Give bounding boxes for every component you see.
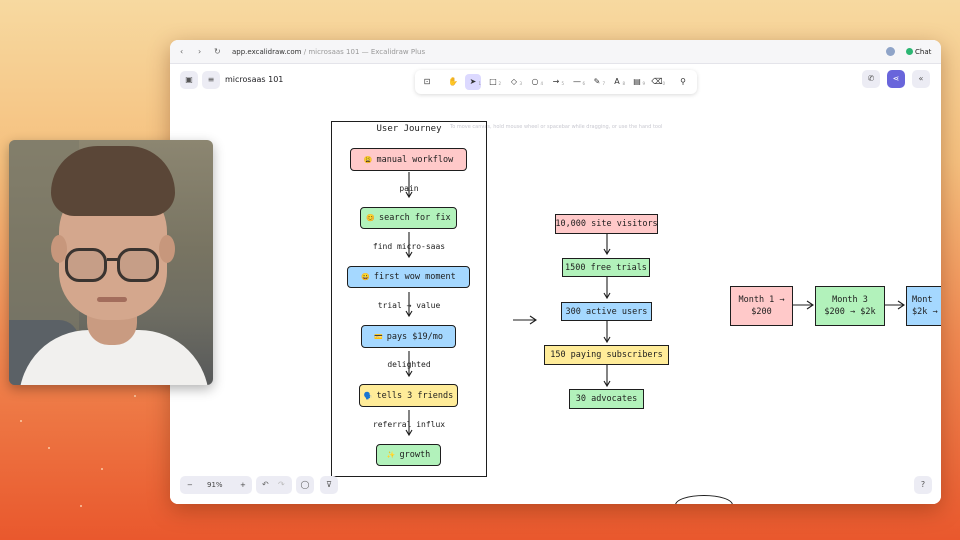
month-node-line: $200 bbox=[751, 307, 772, 317]
diagram-arrows bbox=[405, 172, 905, 437]
month-node-line: $200 → $2k bbox=[824, 307, 876, 317]
background-spark bbox=[101, 468, 103, 470]
comment-icon[interactable]: ◯ bbox=[296, 476, 314, 494]
month-node-line: Month 3 bbox=[832, 295, 868, 305]
month-node[interactable]: Month 3 $200 → $2k bbox=[815, 286, 885, 326]
journey-node-label: tells 3 friends bbox=[376, 390, 454, 401]
journey-edge-label: pain bbox=[399, 184, 419, 193]
journey-node-label: first wow moment bbox=[373, 272, 456, 282]
back-icon[interactable]: ‹ bbox=[180, 46, 183, 58]
smile-face-icon: 😊 bbox=[366, 214, 376, 222]
person-ear bbox=[159, 235, 175, 263]
person-hair bbox=[51, 146, 175, 216]
redo-icon[interactable]: ↷ bbox=[278, 476, 285, 494]
zoom-in-button[interactable]: + bbox=[240, 476, 246, 494]
url-domain: app.excalidraw.com bbox=[232, 48, 302, 56]
month-node-line: $2k → bbox=[912, 307, 938, 317]
background-spark bbox=[134, 395, 136, 397]
webcam-overlay bbox=[9, 140, 213, 385]
glasses-lens bbox=[117, 248, 159, 282]
journey-node-label: search for fix bbox=[379, 213, 451, 223]
funnel-node[interactable]: 30 advocates bbox=[569, 389, 644, 409]
grin-face-icon: 😀 bbox=[361, 273, 370, 281]
journey-node[interactable]: 😀 first wow moment bbox=[347, 266, 470, 288]
month-node[interactable]: Month 1 → $200 bbox=[730, 286, 793, 326]
journey-node[interactable]: 😩 manual workflow bbox=[350, 148, 467, 171]
chat-icon bbox=[906, 48, 913, 55]
sparkles-icon: ✨ bbox=[386, 451, 396, 459]
month-node[interactable]: Mont $2k → bbox=[906, 286, 941, 326]
zoom-out-button[interactable]: − bbox=[187, 476, 193, 494]
chat-label: Chat bbox=[915, 48, 932, 56]
funnel-node[interactable]: 300 active users bbox=[561, 302, 652, 321]
journey-edge-label: trial → value bbox=[377, 301, 441, 310]
zoom-controls: − 91% + bbox=[180, 476, 252, 494]
background-spark bbox=[20, 420, 22, 422]
glasses-bridge bbox=[107, 258, 119, 261]
credit-card-icon: 💳 bbox=[373, 332, 383, 341]
funnel-node[interactable]: 150 paying subscribers bbox=[544, 345, 669, 365]
background-spark bbox=[80, 505, 82, 507]
browser-window: ‹ › ↻ app.excalidraw.com / microsaas 101… bbox=[170, 40, 941, 504]
background-spark bbox=[48, 447, 50, 449]
frustrated-face-icon: 😩 bbox=[363, 155, 373, 164]
speaking-icon: 🗣️ bbox=[363, 391, 373, 400]
month-node-line: Month 1 → bbox=[738, 295, 785, 305]
journey-node[interactable]: 😊 search for fix bbox=[360, 207, 457, 229]
funnel-node[interactable]: 10,000 site visitors bbox=[555, 214, 658, 234]
reload-icon[interactable]: ↻ bbox=[214, 46, 221, 58]
journey-edge-label: delighted bbox=[387, 360, 431, 369]
address-bar[interactable]: app.excalidraw.com / microsaas 101 — Exc… bbox=[232, 47, 425, 57]
excalidraw-canvas[interactable]: ▣ ≡ microsaas 101 ⊡ ✋ ➤ 1 □ 2 ◇ 3 ○ 4 → 5 —6 … bbox=[170, 64, 941, 504]
person-mouth bbox=[97, 297, 127, 302]
funnel-node[interactable]: 1500 free trials bbox=[562, 258, 650, 277]
glasses-lens bbox=[65, 248, 107, 282]
journey-node-label: manual workflow bbox=[376, 154, 454, 165]
journey-edge-label: find micro-saas bbox=[372, 242, 446, 251]
journey-node[interactable]: 🗣️ tells 3 friends bbox=[359, 384, 458, 407]
extension-icon[interactable] bbox=[886, 47, 895, 56]
journey-node-label: pays $19/mo bbox=[386, 331, 443, 342]
journey-edge-label: referral influx bbox=[372, 420, 446, 429]
user-journey-title: User Journey bbox=[376, 124, 442, 134]
url-path: / microsaas 101 — Excalidraw Plus bbox=[301, 48, 426, 56]
journey-node[interactable]: ✨ growth bbox=[376, 444, 441, 466]
zoom-level[interactable]: 91% bbox=[207, 476, 223, 494]
journey-node-label: growth bbox=[399, 450, 431, 460]
undo-icon[interactable]: ↶ bbox=[262, 476, 269, 494]
chat-button[interactable]: Chat bbox=[902, 45, 935, 59]
presentation-icon[interactable]: ⊽ bbox=[320, 476, 338, 494]
journey-node[interactable]: 💳 pays $19/mo bbox=[361, 325, 456, 348]
month-node-line: Mont bbox=[912, 295, 933, 305]
history-controls: ↶ ↷ bbox=[256, 476, 292, 494]
help-icon[interactable]: ? bbox=[914, 476, 932, 494]
browser-toolbar: ‹ › ↻ app.excalidraw.com / microsaas 101… bbox=[170, 40, 941, 64]
forward-icon[interactable]: › bbox=[198, 46, 201, 58]
